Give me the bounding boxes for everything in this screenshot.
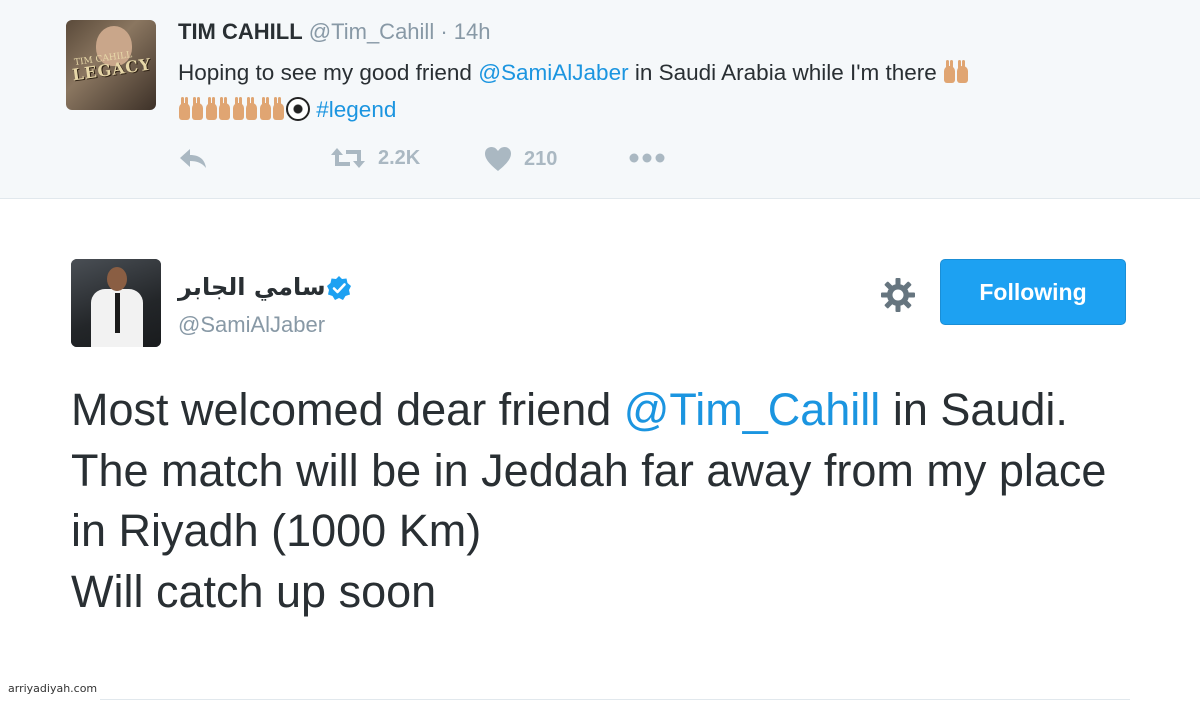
raising-hands-icon: [232, 96, 259, 130]
author-handle[interactable]: @SamiAlJaber: [178, 312, 325, 338]
tweet-text-part: in Saudi Arabia while I'm there: [628, 60, 944, 85]
tweet-line-2: The match will be in Jeddah far away fro…: [71, 444, 1107, 557]
author-name[interactable]: سامي الجابر: [178, 273, 326, 301]
tim-cahill-avatar[interactable]: TIM CAHILL LEGACY: [66, 20, 156, 110]
watermark: arriyadiyah.com: [8, 682, 98, 695]
more-button[interactable]: [628, 150, 668, 166]
tweet-line-3: Will catch up soon: [71, 565, 437, 617]
raising-hands-icon: [259, 96, 286, 130]
heart-icon: [485, 147, 511, 171]
tweet-text-part: Most welcomed dear friend: [71, 384, 624, 435]
sami-aljaber-avatar[interactable]: [71, 259, 161, 347]
more-icon: [629, 153, 665, 163]
retweet-button[interactable]: 2.2K: [330, 146, 420, 170]
top-tweet: TIM CAHILL LEGACY TIM CAHILL @Tim_Cahill…: [0, 0, 1200, 199]
top-tweet-text: Hoping to see my good friend @SamiAlJabe…: [178, 56, 1138, 130]
raising-hands-icon: [178, 96, 205, 130]
tweet-timestamp[interactable]: 14h: [454, 19, 491, 44]
author-name[interactable]: TIM CAHILL: [178, 19, 303, 44]
retweet-icon: [331, 148, 365, 168]
hashtag-link[interactable]: #legend: [316, 97, 396, 122]
mention-link[interactable]: @SamiAlJaber: [478, 60, 628, 85]
like-count: 210: [524, 147, 558, 170]
tweet-line-1: Most welcomed dear friend @Tim_Cahill in…: [71, 380, 1131, 441]
avatar-tie: [115, 293, 120, 333]
soccer-ball-icon: [286, 97, 310, 121]
tweet-text-part: in Saudi.: [880, 384, 1068, 435]
main-tweet-text: Most welcomed dear friend @Tim_Cahill in…: [71, 380, 1131, 622]
retweet-count: 2.2K: [378, 146, 421, 169]
like-button[interactable]: 210: [484, 146, 557, 172]
tweet-text-part: Hoping to see my good friend: [178, 60, 479, 85]
verified-badge-icon: [327, 276, 351, 300]
divider: [100, 699, 1130, 700]
following-button[interactable]: Following: [940, 259, 1126, 325]
raising-hands-icon: [943, 59, 970, 93]
reply-button[interactable]: [178, 146, 208, 170]
raising-hands-icon: [205, 96, 232, 130]
reply-icon: [180, 149, 206, 168]
author-handle[interactable]: @Tim_Cahill: [309, 19, 434, 44]
gear-icon[interactable]: [880, 277, 916, 313]
header-separator: ·: [440, 19, 448, 44]
tweet-actions: 2.2K 210: [178, 146, 778, 176]
top-tweet-header: TIM CAHILL @Tim_Cahill · 14h: [178, 19, 491, 45]
avatar-head: [107, 267, 127, 291]
mention-link[interactable]: @Tim_Cahill: [624, 384, 881, 435]
